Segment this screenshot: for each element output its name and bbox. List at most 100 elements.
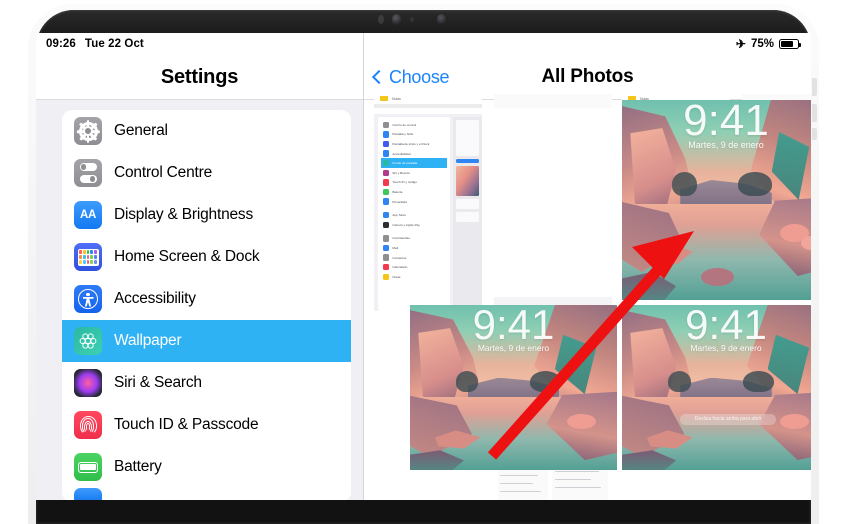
battery-icon <box>74 453 102 481</box>
wallpaper-canyon-art: 9:41 Martes, 9 de enero Desliza hacia ar… <box>622 305 811 470</box>
sidebar-item-battery[interactable]: Battery <box>62 446 351 488</box>
sidebar-item-label: Wallpaper <box>114 332 182 349</box>
sidebar-item-label: Accessibility <box>114 290 196 307</box>
airplane-icon: ✈ <box>735 37 746 51</box>
sidebar-item-accessibility[interactable]: Accessibility <box>62 278 351 320</box>
wallpaper-notification: Desliza hacia arriba para abrir <box>680 413 776 425</box>
screenshot-row-label: Mail <box>392 245 399 250</box>
screenshot-row-label: Fondo de pantalla <box>392 161 418 166</box>
sidebar-item-label: Battery <box>114 458 162 475</box>
flower-icon <box>74 327 102 355</box>
wallpaper-canyon-art: 9:41 Martes, 9 de enero <box>410 305 617 470</box>
screenshot-row-icon <box>383 235 390 242</box>
ipad-screen: 09:26 Tue 22 Oct Settings General Contro… <box>36 33 811 500</box>
sidebar-item-siri-search[interactable]: Siri & Search <box>62 362 351 404</box>
back-to-choose-button[interactable]: Choose <box>364 67 450 88</box>
screenshot-row-label: App Store <box>392 213 407 218</box>
side-button[interactable] <box>812 128 817 140</box>
settings-pane: 09:26 Tue 22 Oct Settings General Contro… <box>36 33 363 500</box>
photos-picker-pane: ✈ 75% Choose All Photos Notas Notas Cent… <box>363 33 811 500</box>
screenshot-row-icon <box>383 198 390 205</box>
thumb-partial-top-middle[interactable] <box>494 94 612 108</box>
screenshot-row-icon <box>383 188 390 196</box>
sidebar-item-privacy-partial[interactable] <box>62 488 351 500</box>
screenshot-row: Pantalla y brillo <box>381 130 447 140</box>
screenshot-row: Batería <box>381 187 447 197</box>
screenshot-group: Centro de control Pantalla y brillo Pantal… <box>381 120 447 207</box>
sidebar-item-label: Siri & Search <box>114 374 202 391</box>
screenshot-row-icon <box>383 140 390 148</box>
sensor-ambient-icon <box>378 15 384 24</box>
screenshot-row-label: Siri y Buscar <box>392 170 410 175</box>
screenshot-detail-pane <box>453 117 482 311</box>
sidebar-item-control-centre[interactable]: Control Centre <box>62 152 351 194</box>
photo-grid[interactable]: Notas Notas Centro de control Pantalla y … <box>364 94 811 500</box>
settings-title-bar: Settings <box>36 55 363 100</box>
front-camera-icon <box>392 14 401 25</box>
screenshot-row: Privacidad <box>381 197 447 207</box>
accessibility-icon <box>74 285 102 313</box>
status-bar-right: ✈ 75% <box>364 33 811 55</box>
sidebar-item-display-brightness[interactable]: AA Display & Brightness <box>62 194 351 236</box>
siri-orb-icon <box>74 369 102 397</box>
screenshot-row: Pantalla de inicio y el Dock <box>381 139 447 149</box>
volume-down-button[interactable] <box>812 104 817 122</box>
screenshot-row-icon <box>383 121 390 128</box>
screenshot-group: App Store Cartera y Apple Pay <box>381 210 447 230</box>
thumb-wallpaper-selected[interactable]: 9:41 Martes, 9 de enero <box>622 100 811 300</box>
status-date: Tue 22 Oct <box>84 38 144 50</box>
status-time: 09:26 <box>46 38 76 50</box>
screenshot-row-icon <box>383 211 390 219</box>
screenshot-row-icon <box>383 273 390 280</box>
wallpaper-canyon-art: 9:41 Martes, 9 de enero <box>622 100 811 300</box>
screenshot-row-icon <box>383 150 390 157</box>
thumb-wallpaper-bottom-right[interactable]: 9:41 Martes, 9 de enero Desliza hacia ar… <box>622 305 811 470</box>
screenshot-row: Calendario <box>381 262 447 272</box>
ipad-device-frame: 09:26 Tue 22 Oct Settings General Contro… <box>0 0 847 524</box>
sidebar-item-home-screen-dock[interactable]: Home Screen & Dock <box>62 236 351 278</box>
screenshot-group: Contraseñas Mail Contactos Calendario Notas <box>381 233 447 282</box>
screenshot-row-label: Touch ID y código <box>392 180 417 185</box>
sidebar-item-label: Home Screen & Dock <box>114 248 260 265</box>
thumb-partial-top-left[interactable]: Notas <box>374 94 482 108</box>
sidebar-item-wallpaper[interactable]: Wallpaper <box>62 320 351 362</box>
sidebar-item-label: Display & Brightness <box>114 206 254 223</box>
screenshot-row-icon <box>383 179 390 186</box>
screenshot-row: Mail <box>381 243 447 253</box>
screenshot-row-label: Cartera y Apple Pay <box>392 222 420 227</box>
screenshot-row-icon <box>383 221 390 228</box>
screenshot-row-label: Pantalla y brillo <box>392 132 414 137</box>
chevron-left-icon <box>371 69 387 85</box>
volume-up-button[interactable] <box>812 78 817 96</box>
battery-percent-label: 75% <box>750 38 774 50</box>
sidebar-item-touch-id-passcode[interactable]: Touch ID & Passcode <box>62 404 351 446</box>
screenshot-row-label: Notas <box>392 274 401 279</box>
sidebar-item-label: Touch ID & Passcode <box>114 416 259 433</box>
sensor-dot-icon <box>410 17 414 22</box>
screenshot-row: Contactos <box>381 253 447 263</box>
hand-icon <box>74 488 102 500</box>
fingerprint-icon <box>74 411 102 439</box>
screenshot-row: Fondo de pantalla <box>381 158 447 168</box>
screenshot-row: Touch ID y código <box>381 178 447 188</box>
screenshot-row-label: Contraseñas <box>392 236 410 241</box>
screenshot-row: Notas <box>381 272 447 282</box>
screenshot-row-icon <box>383 169 390 176</box>
settings-list-scroll[interactable]: General Control Centre AA Display & Brig… <box>36 100 363 500</box>
screenshot-row-label: Calendario <box>392 265 408 270</box>
screenshot-row: Siri y Buscar <box>381 168 447 178</box>
sidebar-item-label: General <box>114 122 168 139</box>
battery-icon <box>779 39 801 49</box>
thumb-settings-screenshot[interactable]: Centro de control Pantalla y brillo Pantal… <box>374 114 482 311</box>
thumb-wallpaper-bottom-left[interactable]: 9:41 Martes, 9 de enero <box>410 305 617 470</box>
screenshot-row-icon <box>383 263 390 271</box>
screenshot-row-icon <box>383 159 390 167</box>
sidebar-item-general[interactable]: General <box>62 110 351 152</box>
screenshot-row: Centro de control <box>381 120 447 130</box>
page-title: Settings <box>160 65 239 88</box>
app-grid-icon <box>74 243 102 271</box>
thumb-partial-label: Notas <box>392 97 401 101</box>
screenshot-sidebar: Centro de control Pantalla y brillo Pantal… <box>378 117 450 311</box>
screenshot-row-label: Batería <box>392 189 403 194</box>
screenshot-row-label: Privacidad <box>392 199 407 204</box>
